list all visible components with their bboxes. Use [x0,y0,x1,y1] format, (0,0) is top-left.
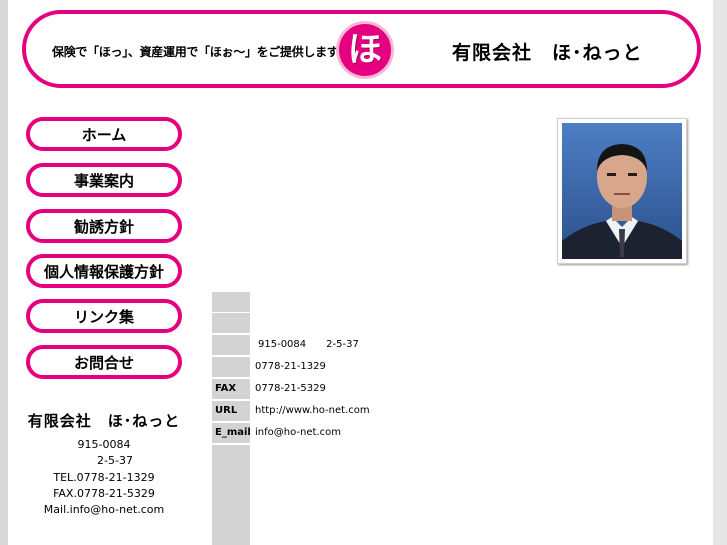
side-company-info: 有限会社 ほ･ねっと 915-0084 2-5-37 TEL.0778-21-1… [14,410,194,518]
side-tel: TEL.0778-21-1329 [53,470,155,484]
site-header: 保険で「ほっ」、資産運用で「ほぉ～」をご提供します。 ほ 有限会社 ほ･ねっと [22,10,701,88]
info-address-value: 915-0084 2-5-37 [258,339,359,350]
info-label [212,292,250,312]
row-separator [212,443,250,445]
portrait-image [562,123,682,259]
representative-photo [557,118,687,264]
info-url-label: URL [212,401,250,421]
right-scroll-gutter [713,0,727,545]
info-label [212,335,250,355]
nav-business-button[interactable]: 事業案内 [26,163,182,197]
header-company-name: 有限会社 ほ･ねっと [452,42,643,64]
nav-solicitation-policy-button[interactable]: 勧誘方針 [26,209,182,243]
info-tel-value: 0778-21-1329 [255,361,326,372]
side-fax: FAX.0778-21-5329 [53,486,155,500]
logo[interactable]: ほ [336,21,394,79]
nav-links-button[interactable]: リンク集 [26,299,182,333]
info-fax-label: FAX [212,379,250,399]
info-label [212,357,250,377]
side-mail: Mail.info@ho-net.com [43,503,165,517]
info-url-link[interactable]: http://www.ho-net.com [255,401,370,421]
info-fax-value: 0778-21-5329 [255,383,326,394]
left-border [0,0,8,545]
info-email-link[interactable]: info@ho-net.com [255,423,341,443]
nav-contact-button[interactable]: お問合せ [26,345,182,379]
side-company-name: 有限会社 ほ･ねっと [27,412,181,430]
side-address: 2-5-37 [97,454,133,468]
info-email-label: E_mail [212,423,251,443]
info-label [212,313,250,333]
nav-home-button[interactable]: ホーム [26,117,182,151]
nav-privacy-policy-button[interactable]: 個人情報保護方針 [26,254,182,288]
header-tagline: 保険で「ほっ」、資産運用で「ほぉ～」をご提供します。 [52,45,350,59]
logo-char: ほ [348,30,382,70]
side-postal: 915-0084 [77,438,131,451]
